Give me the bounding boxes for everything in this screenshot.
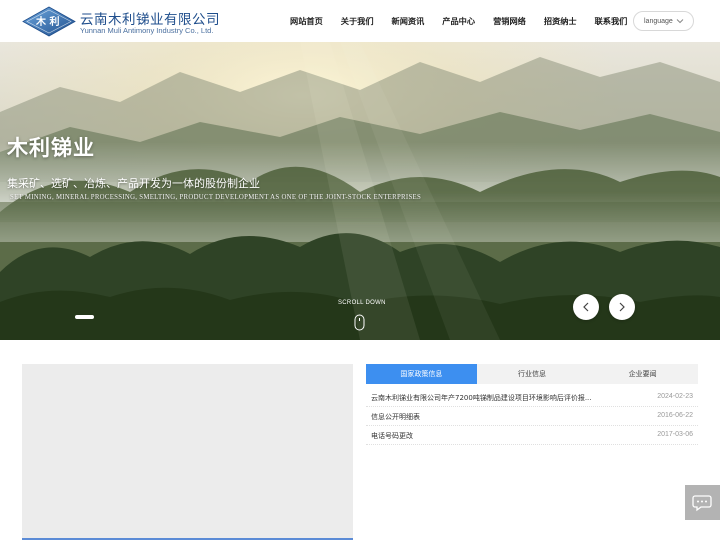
news-list: 云南木利锑业有限公司年产7200吨锑制品建设项目环境影响后评价报... 2024… xyxy=(366,388,698,445)
banner-subtitle-en: SET MINING, MINERAL PROCESSING, SMELTING… xyxy=(10,194,422,201)
banner-prev-button[interactable] xyxy=(573,294,599,320)
banner-next-button[interactable] xyxy=(609,294,635,320)
media-placeholder xyxy=(22,364,353,540)
tab-industry-info[interactable]: 行业信息 xyxy=(477,364,588,384)
language-label: language xyxy=(644,17,673,25)
tab-national-policy[interactable]: 国家政策信息 xyxy=(366,364,477,384)
scroll-down-label[interactable]: SCROLL DOWN xyxy=(338,300,386,306)
news-title[interactable]: 云南木利锑业有限公司年产7200吨锑制品建设项目环境影响后评价报... xyxy=(371,393,601,403)
nav-home[interactable]: 网站首页 xyxy=(290,15,323,27)
chat-bubble-icon xyxy=(691,494,712,511)
list-item[interactable]: 信息公开明细表 2016-06-22 xyxy=(366,407,698,426)
list-item[interactable]: 云南木利锑业有限公司年产7200吨锑制品建设项目环境影响后评价报... 2024… xyxy=(366,388,698,407)
nav-products[interactable]: 产品中心 xyxy=(442,15,475,27)
floating-chat-button[interactable] xyxy=(685,485,720,520)
company-name-cn[interactable]: 云南木利锑业有限公司 xyxy=(80,8,220,28)
news-tabs: 国家政策信息 行业信息 企业要闻 xyxy=(366,364,698,384)
mouse-icon[interactable] xyxy=(354,314,365,331)
main-nav: 网站首页 关于我们 新闻资讯 产品中心 营销网络 招资纳士 联系我们 xyxy=(290,0,645,42)
news-title[interactable]: 信息公开明细表 xyxy=(371,412,601,422)
banner-title: 木利锑业 xyxy=(7,136,95,160)
site-header: 木 利 云南木利锑业有限公司 Yunnan Muli Antimony Indu… xyxy=(0,0,720,42)
nav-marketing[interactable]: 营销网络 xyxy=(493,15,526,27)
news-title[interactable]: 电话号码更改 xyxy=(371,431,601,441)
logo-badge-text: 木 利 xyxy=(36,17,60,28)
chevron-left-icon xyxy=(583,302,589,312)
slider-indicator[interactable] xyxy=(75,315,94,319)
chevron-down-icon xyxy=(676,19,684,24)
news-date: 2016-06-22 xyxy=(657,412,693,419)
nav-about[interactable]: 关于我们 xyxy=(341,15,374,27)
tab-company-news[interactable]: 企业要闻 xyxy=(587,364,698,384)
banner-landscape-image xyxy=(0,42,720,340)
news-date: 2017-03-06 xyxy=(657,431,693,438)
nav-recruitment[interactable]: 招资纳士 xyxy=(544,15,577,27)
list-item[interactable]: 电话号码更改 2017-03-06 xyxy=(366,426,698,445)
hero-banner: 木利锑业 集采矿、选矿、冶炼、产品开发为一体的股份制企业 SET MINING,… xyxy=(0,42,720,340)
company-name-en: Yunnan Muli Antimony Industry Co., Ltd. xyxy=(80,26,214,35)
news-date: 2024-02-23 xyxy=(657,393,693,400)
nav-contact[interactable]: 联系我们 xyxy=(595,15,628,27)
chevron-right-icon xyxy=(619,302,625,312)
banner-subtitle-cn: 集采矿、选矿、冶炼、产品开发为一体的股份制企业 xyxy=(7,177,260,190)
language-select[interactable]: language xyxy=(633,11,694,31)
nav-news[interactable]: 新闻资讯 xyxy=(392,15,425,27)
